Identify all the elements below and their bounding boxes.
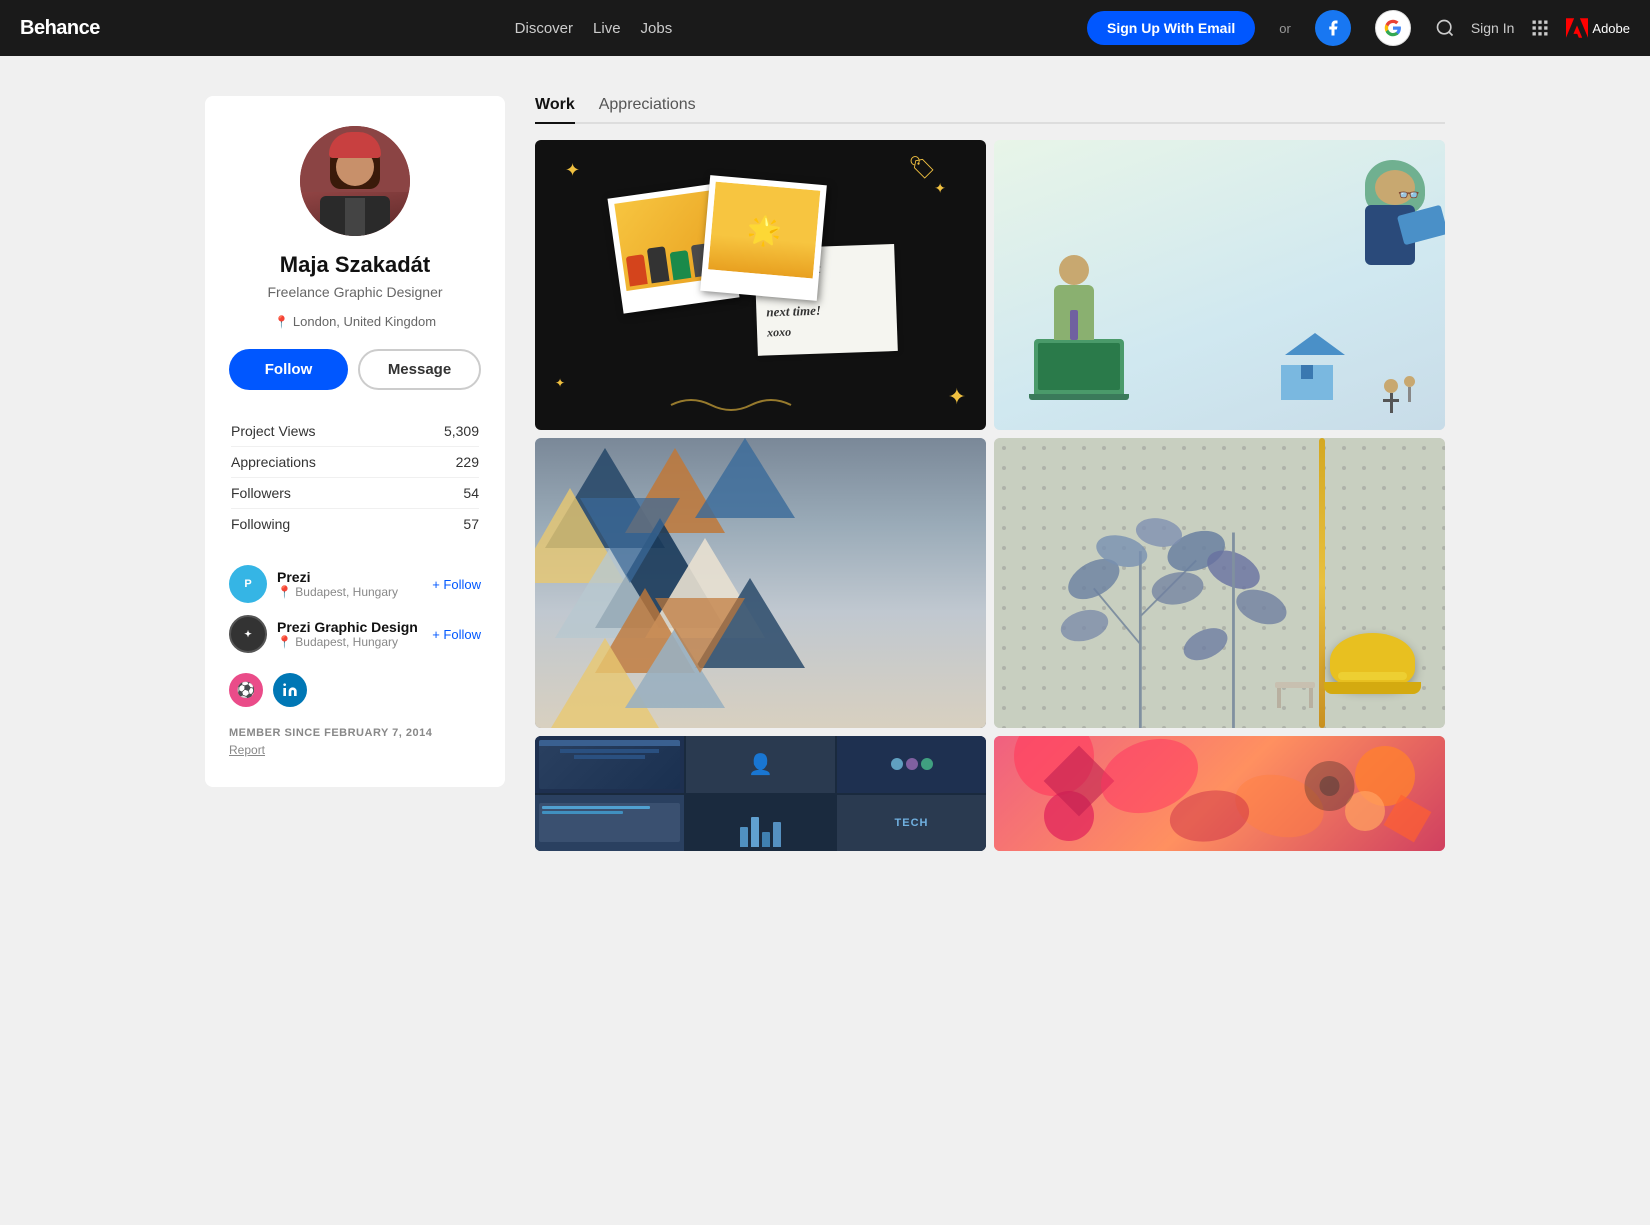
deco-star-4: ✦ [948,384,966,410]
avatar [300,126,410,236]
behance-logo[interactable]: Behance [20,17,100,40]
content-tabs: Work Appreciations [535,96,1445,124]
linkedin-icon[interactable] [273,673,307,707]
tab-appreciations[interactable]: Appreciations [599,96,696,124]
avatar-wrap [229,126,481,236]
deco-lines [661,390,861,420]
glasses-deco: 👓 [1398,185,1420,206]
project-tile-6[interactable] [994,736,1445,851]
stat-following: Following 57 [231,509,479,539]
content-area: Work Appreciations ✦ ✦ ✦ ✦ [535,96,1445,851]
pegboard-content [994,438,1445,728]
nav-live[interactable]: Live [593,20,621,37]
navbar-right: Sign In Adobe [1435,17,1630,39]
deco-star-2: ✦ [934,180,946,197]
triangles-bg [535,438,986,728]
stick-family [1383,376,1415,402]
stat-project-views: Project Views 5,309 [231,416,479,447]
prezi-info: Prezi 📍 Budapest, Hungary [277,569,422,599]
project-tile-3[interactable] [535,438,986,728]
signin-link[interactable]: Sign In [1471,20,1515,36]
yellow-helmet [1330,633,1415,688]
or-label: or [1279,21,1291,36]
message-button[interactable]: Message [358,349,481,390]
main-wrapper: Maja Szakadát Freelance Graphic Designer… [185,56,1465,891]
project-tile-4[interactable] [994,438,1445,728]
report-link[interactable]: Report [229,743,481,757]
profile-name: Maja Szakadát [229,252,481,278]
follow-button[interactable]: Follow [229,349,348,390]
search-icon[interactable] [1435,18,1455,38]
signup-button[interactable]: Sign Up With Email [1087,11,1255,45]
profile-stats: Project Views 5,309 Appreciations 229 Fo… [229,414,481,541]
prezi-graphic-follow-button[interactable]: + Follow [432,627,481,642]
grid-icon[interactable] [1530,18,1550,38]
adobe-logo: Adobe [1566,17,1630,39]
google-signup-button[interactable] [1375,10,1411,46]
stool [1275,682,1315,708]
project-tile-5[interactable]: 👤 [535,736,986,851]
deco-star-1: ✦ [565,160,580,181]
navbar: Behance Discover Live Jobs Sign Up With … [0,0,1650,56]
facebook-signup-button[interactable] [1315,10,1351,46]
nav-discover[interactable]: Discover [515,20,573,37]
tech-grid: 👤 [535,736,986,851]
affiliation-list: P Prezi 📍 Budapest, Hungary + Follow ✦ P… [229,565,481,653]
location-pin-icon: 📍 [274,315,289,329]
member-since: MEMBER SINCE FEBRUARY 7, 2014 [229,727,481,739]
dribbble-icon[interactable]: ⚽ [229,673,263,707]
project-tile-1[interactable]: ✦ ✦ ✦ ✦ [535,140,986,430]
profile-title: Freelance Graphic Designer [229,284,481,300]
prezi-follow-button[interactable]: + Follow [432,577,481,592]
person-reading [1365,160,1425,265]
abstract-svg [994,736,1445,851]
affiliation-prezi: P Prezi 📍 Budapest, Hungary + Follow [229,565,481,603]
deco-star-3: ✦ [555,376,565,390]
profile-card: Maja Szakadát Freelance Graphic Designer… [205,96,505,787]
house-illustration [1285,333,1345,400]
social-icons: ⚽ [229,673,481,707]
polaroid-2: 🌟 [700,175,827,301]
affiliation-prezi-graphic: ✦ Prezi Graphic Design 📍 Budapest, Hunga… [229,615,481,653]
project-tile-2[interactable]: 👓 [994,140,1445,430]
nav-links: Discover Live Jobs [124,20,1063,37]
prezi-logo: P [229,565,267,603]
adobe-label: Adobe [1592,21,1630,36]
prezi-graphic-info: Prezi Graphic Design 📍 Budapest, Hungary [277,619,422,649]
prezi-graphic-logo: ✦ [229,615,267,653]
deco-icon: 🏷 [908,155,936,181]
profile-location: 📍 London, United Kingdom [229,314,481,329]
projects-grid: ✦ ✦ ✦ ✦ [535,140,1445,851]
profile-actions: Follow Message [229,349,481,390]
abstract-content [994,736,1445,851]
tab-work[interactable]: Work [535,96,575,124]
stat-appreciations: Appreciations 229 [231,447,479,478]
stat-followers: Followers 54 [231,478,479,509]
person-laptop [1034,339,1129,400]
nav-jobs[interactable]: Jobs [641,20,673,37]
